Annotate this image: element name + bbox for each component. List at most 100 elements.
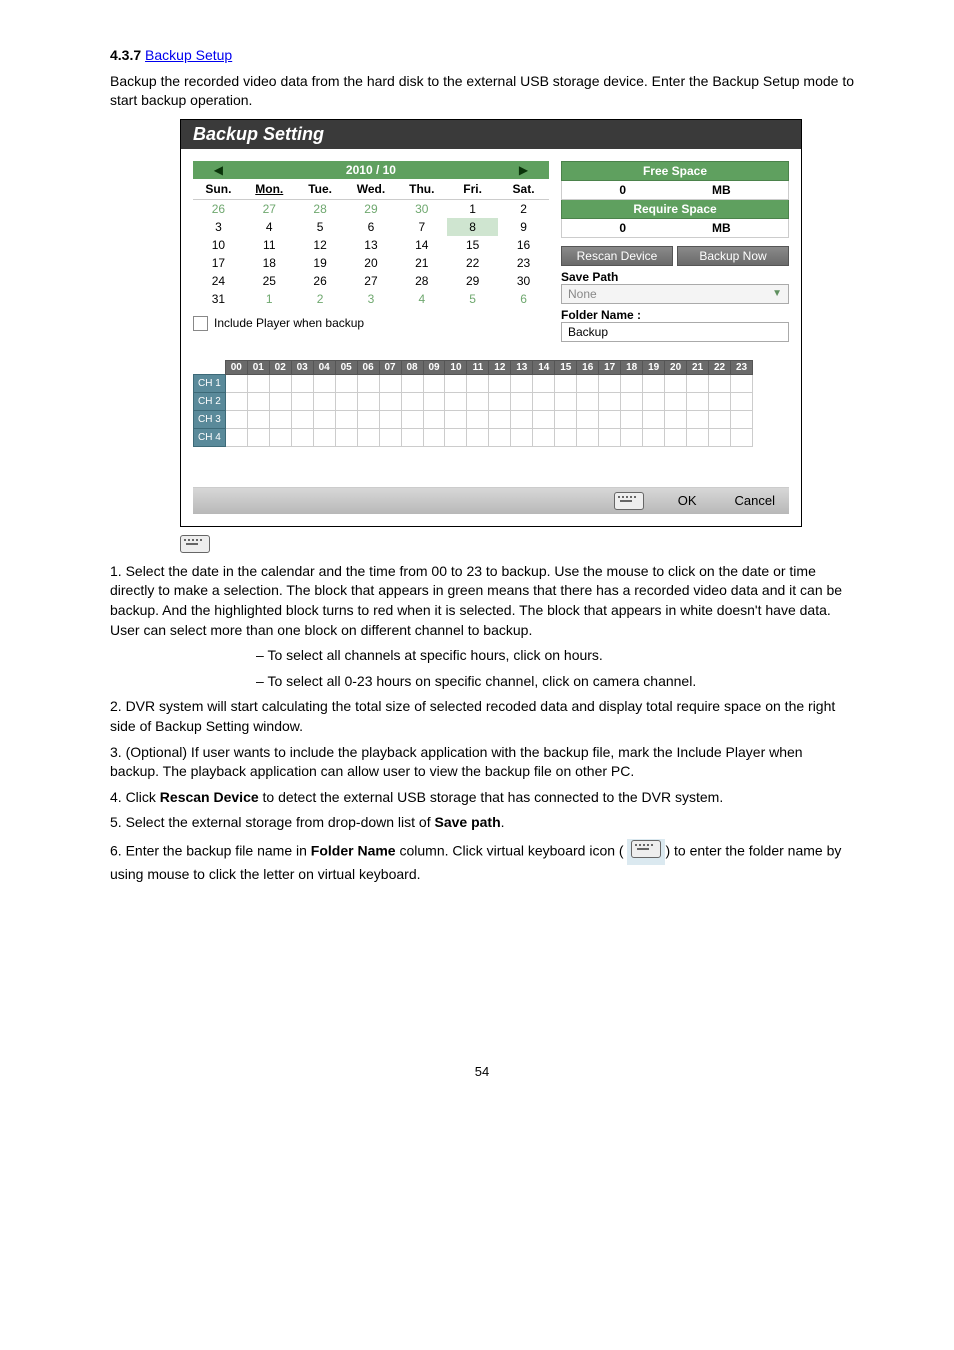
include-player-checkbox[interactable]	[193, 316, 208, 331]
hour-cell[interactable]	[379, 410, 401, 428]
hour-cell[interactable]	[423, 428, 445, 446]
hour-cell[interactable]	[269, 410, 291, 428]
hour-cell[interactable]	[533, 392, 555, 410]
save-path-dropdown[interactable]: None ▼	[561, 284, 789, 304]
hour-cell[interactable]	[335, 428, 357, 446]
hour-cell[interactable]	[335, 410, 357, 428]
hour-cell[interactable]	[709, 392, 731, 410]
hour-cell[interactable]	[709, 374, 731, 392]
hour-cell[interactable]	[709, 410, 731, 428]
hour-header-cell[interactable]: 18	[621, 360, 643, 374]
backup-now-button[interactable]: Backup Now	[677, 246, 789, 266]
hour-cell[interactable]	[401, 410, 423, 428]
hour-cell[interactable]	[445, 374, 467, 392]
hour-header-cell[interactable]: 11	[467, 360, 489, 374]
hour-header-cell[interactable]: 03	[291, 360, 313, 374]
hour-cell[interactable]	[445, 410, 467, 428]
hour-cell[interactable]	[313, 410, 335, 428]
calendar-day[interactable]: 4	[244, 218, 295, 236]
hour-cell[interactable]	[731, 392, 753, 410]
hour-cell[interactable]	[357, 374, 379, 392]
hour-cell[interactable]	[555, 392, 577, 410]
calendar-day[interactable]: 3	[346, 290, 397, 308]
hour-cell[interactable]	[423, 374, 445, 392]
hour-cell[interactable]	[599, 392, 621, 410]
hour-cell[interactable]	[291, 392, 313, 410]
hour-header-cell[interactable]: 00	[225, 360, 247, 374]
hour-cell[interactable]	[599, 374, 621, 392]
hour-cell[interactable]	[687, 374, 709, 392]
hour-cell[interactable]	[247, 428, 269, 446]
hour-cell[interactable]	[291, 374, 313, 392]
hour-cell[interactable]	[269, 392, 291, 410]
calendar-day[interactable]: 29	[346, 199, 397, 218]
hour-cell[interactable]	[489, 392, 511, 410]
hour-cell[interactable]	[379, 428, 401, 446]
hour-cell[interactable]	[291, 428, 313, 446]
hour-cell[interactable]	[489, 428, 511, 446]
hour-cell[interactable]	[401, 392, 423, 410]
hour-cell[interactable]	[643, 392, 665, 410]
hour-cell[interactable]	[467, 428, 489, 446]
hour-header-cell[interactable]: 14	[533, 360, 555, 374]
hour-cell[interactable]	[423, 392, 445, 410]
hour-cell[interactable]	[599, 428, 621, 446]
folder-name-input[interactable]: Backup	[561, 322, 789, 342]
hour-cell[interactable]	[731, 374, 753, 392]
calendar-day[interactable]: 8	[447, 218, 498, 236]
calendar-day[interactable]: 9	[498, 218, 549, 236]
hour-cell[interactable]	[225, 392, 247, 410]
hour-header-cell[interactable]: 06	[357, 360, 379, 374]
hour-cell[interactable]	[665, 374, 687, 392]
hour-cell[interactable]	[511, 392, 533, 410]
calendar-day[interactable]: 27	[346, 272, 397, 290]
hour-header-cell[interactable]: 12	[489, 360, 511, 374]
hour-cell[interactable]	[467, 392, 489, 410]
hour-cell[interactable]	[335, 392, 357, 410]
hour-cell[interactable]	[665, 410, 687, 428]
section-title-link[interactable]: Backup Setup	[145, 47, 232, 63]
hour-cell[interactable]	[379, 392, 401, 410]
hour-cell[interactable]	[577, 374, 599, 392]
calendar-day[interactable]: 13	[346, 236, 397, 254]
calendar-day[interactable]: 5	[295, 218, 346, 236]
hour-cell[interactable]	[489, 374, 511, 392]
calendar-day[interactable]: 22	[447, 254, 498, 272]
calendar-day[interactable]: 2	[498, 199, 549, 218]
cancel-button[interactable]: Cancel	[731, 493, 779, 508]
calendar-day[interactable]: 25	[244, 272, 295, 290]
prev-month-arrow[interactable]: ◀	[193, 161, 244, 179]
channel-label[interactable]: CH 1	[194, 374, 226, 392]
calendar-day[interactable]: 31	[193, 290, 244, 308]
hour-cell[interactable]	[313, 374, 335, 392]
hour-cell[interactable]	[621, 392, 643, 410]
hour-cell[interactable]	[709, 428, 731, 446]
hour-cell[interactable]	[731, 428, 753, 446]
hour-cell[interactable]	[643, 410, 665, 428]
hour-cell[interactable]	[643, 428, 665, 446]
hour-cell[interactable]	[621, 428, 643, 446]
hour-cell[interactable]	[577, 392, 599, 410]
calendar-day[interactable]: 2	[295, 290, 346, 308]
hour-cell[interactable]	[489, 410, 511, 428]
hour-cell[interactable]	[269, 374, 291, 392]
hour-cell[interactable]	[687, 428, 709, 446]
hour-cell[interactable]	[621, 374, 643, 392]
calendar-day[interactable]: 29	[447, 272, 498, 290]
hour-cell[interactable]	[225, 410, 247, 428]
hour-cell[interactable]	[401, 428, 423, 446]
calendar-day[interactable]: 23	[498, 254, 549, 272]
hour-cell[interactable]	[665, 392, 687, 410]
hour-header-cell[interactable]: 13	[511, 360, 533, 374]
calendar-day[interactable]: 7	[396, 218, 447, 236]
calendar-day[interactable]: 16	[498, 236, 549, 254]
calendar-day[interactable]: 1	[244, 290, 295, 308]
hour-header-cell[interactable]: 09	[423, 360, 445, 374]
hour-cell[interactable]	[731, 410, 753, 428]
hour-cell[interactable]	[555, 428, 577, 446]
hour-header-cell[interactable]: 08	[401, 360, 423, 374]
calendar-day[interactable]: 30	[498, 272, 549, 290]
hour-cell[interactable]	[577, 428, 599, 446]
calendar-day[interactable]: 28	[396, 272, 447, 290]
hour-cell[interactable]	[643, 374, 665, 392]
